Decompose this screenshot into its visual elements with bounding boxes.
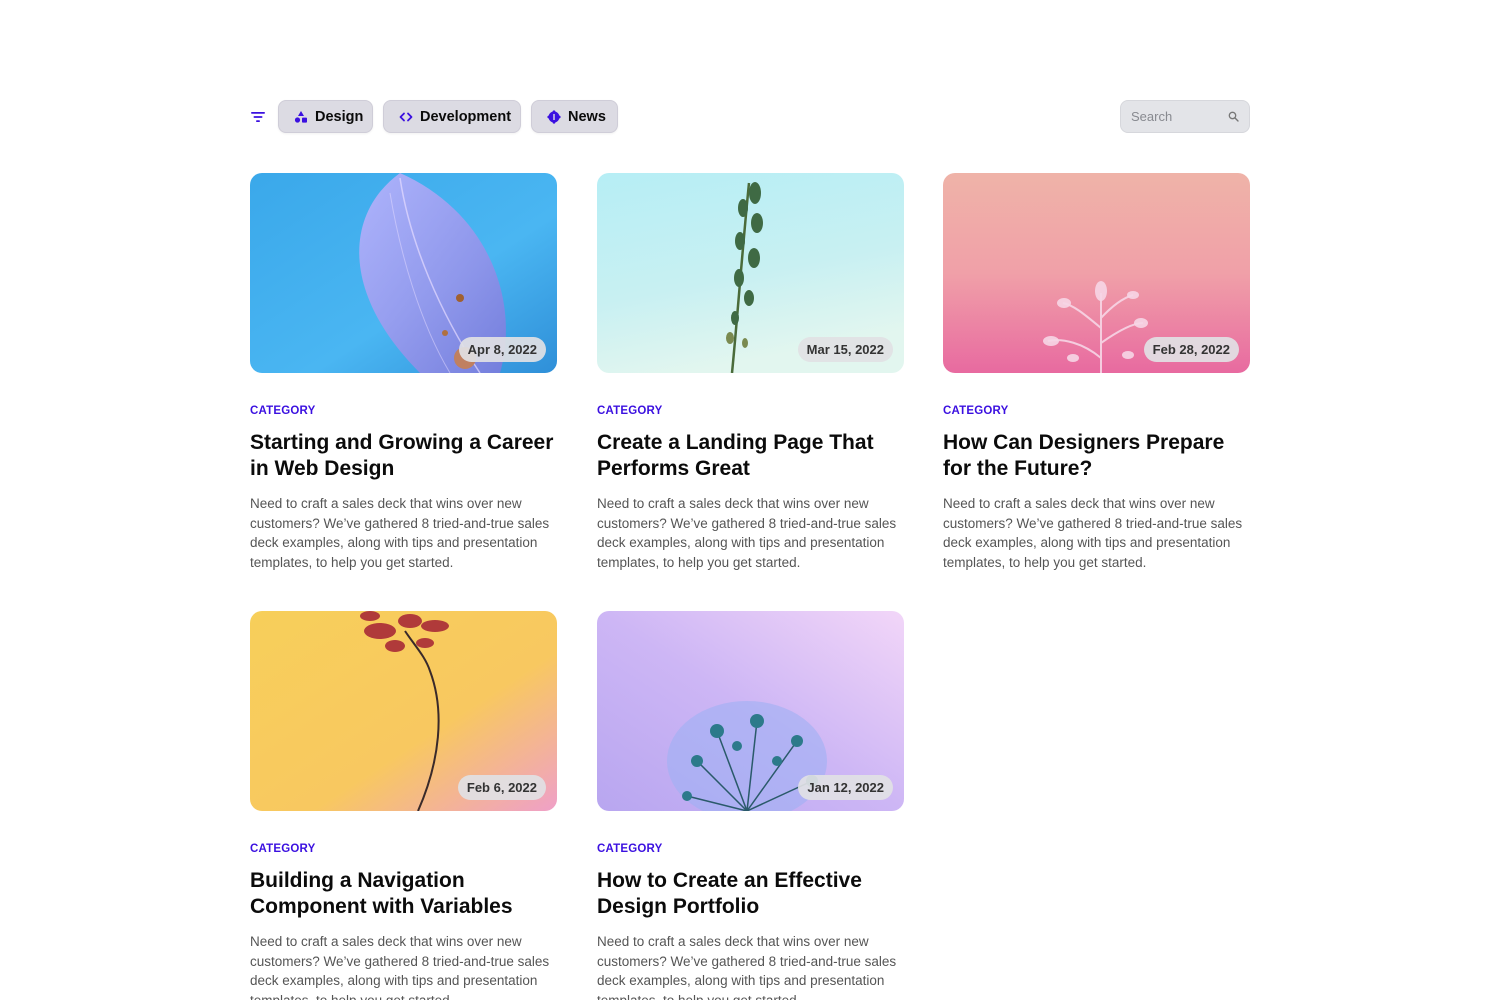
post-card[interactable]: Feb 6, 2022 CATEGORY Building a Navigati… xyxy=(250,611,557,1000)
search-icon[interactable] xyxy=(1228,111,1239,122)
search-input[interactable] xyxy=(1121,101,1225,132)
post-title[interactable]: How to Create an Effective Design Portfo… xyxy=(597,868,904,920)
post-thumbnail[interactable]: Apr 8, 2022 xyxy=(250,173,557,373)
post-description: Need to craft a sales deck that wins ove… xyxy=(250,496,550,570)
blog-page: Design Development News Search Apr 8, 20… xyxy=(0,0,1500,1000)
filter-chip-news[interactable]: News xyxy=(531,100,618,133)
filter-icon[interactable] xyxy=(250,109,266,125)
post-date: Apr 8, 2022 xyxy=(458,337,546,362)
post-description: Need to craft a sales deck that wins ove… xyxy=(943,496,1243,570)
post-category[interactable]: CATEGORY xyxy=(250,405,316,417)
post-card[interactable]: Apr 8, 2022 CATEGORY Starting and Growin… xyxy=(250,173,557,570)
code-icon xyxy=(399,112,413,121)
post-category[interactable]: CATEGORY xyxy=(597,843,663,855)
filter-chip-label: Design xyxy=(315,108,364,125)
post-title[interactable]: How Can Designers Prepare for the Future… xyxy=(943,430,1250,482)
post-date: Feb 6, 2022 xyxy=(457,775,546,800)
post-card[interactable]: Feb 28, 2022 CATEGORY How Can Designers … xyxy=(943,173,1250,570)
post-category[interactable]: CATEGORY xyxy=(943,405,1009,417)
filter-chip-design[interactable]: Design xyxy=(278,100,373,133)
filter-chip-label: Development xyxy=(420,108,512,125)
filter-chip-development[interactable]: Development xyxy=(383,100,521,133)
post-date: Feb 28, 2022 xyxy=(1143,337,1239,362)
post-description: Need to craft a sales deck that wins ove… xyxy=(597,496,897,570)
post-category[interactable]: CATEGORY xyxy=(250,843,316,855)
badge-icon xyxy=(547,109,561,124)
post-title[interactable]: Starting and Growing a Career in Web Des… xyxy=(250,430,557,482)
post-thumbnail[interactable]: Feb 28, 2022 xyxy=(943,173,1250,373)
post-title[interactable]: Create a Landing Page That Performs Grea… xyxy=(597,430,904,482)
search-box xyxy=(1120,100,1250,133)
post-thumbnail[interactable]: Feb 6, 2022 xyxy=(250,611,557,811)
filter-chip-label: News xyxy=(568,108,606,125)
post-card[interactable]: Jan 12, 2022 CATEGORY How to Create an E… xyxy=(597,611,904,1000)
post-date: Mar 15, 2022 xyxy=(797,337,893,362)
post-category[interactable]: CATEGORY xyxy=(597,405,663,417)
post-card[interactable]: Mar 15, 2022 CATEGORY Create a Landing P… xyxy=(597,173,904,570)
post-description: Need to craft a sales deck that wins ove… xyxy=(250,934,550,1000)
shapes-icon xyxy=(294,110,307,123)
filter-bar: Design Development News xyxy=(250,100,1250,133)
post-thumbnail[interactable]: Jan 12, 2022 xyxy=(597,611,904,811)
post-date: Jan 12, 2022 xyxy=(798,775,893,800)
post-title[interactable]: Building a Navigation Component with Var… xyxy=(250,868,557,920)
post-description: Need to craft a sales deck that wins ove… xyxy=(597,934,897,1000)
post-thumbnail[interactable]: Mar 15, 2022 xyxy=(597,173,904,373)
